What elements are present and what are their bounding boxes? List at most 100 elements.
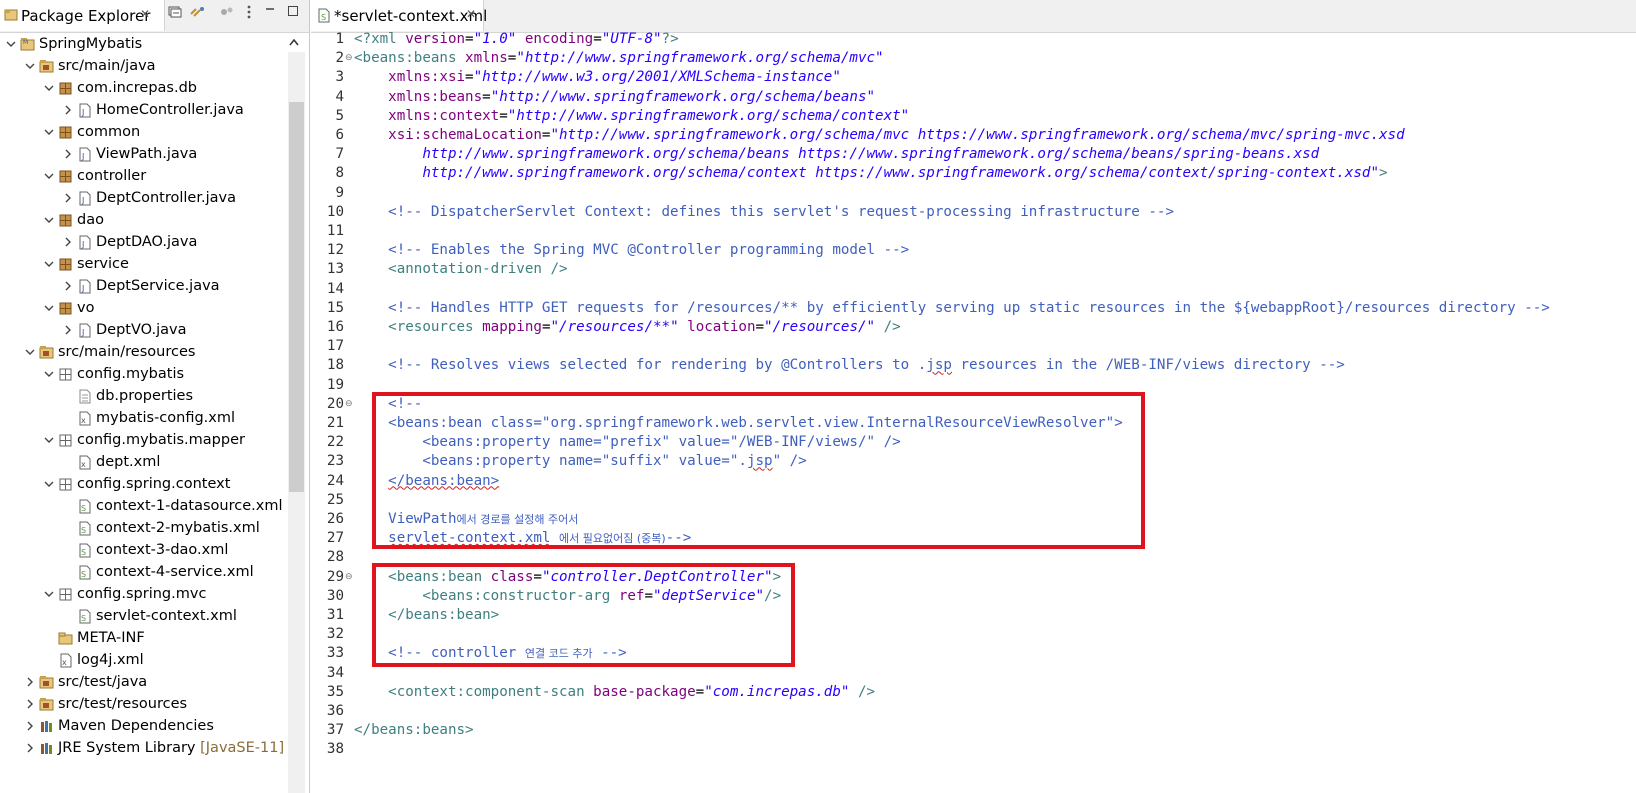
code-line[interactable]: <!-- Enables the Spring MVC @Controller …: [354, 241, 909, 260]
code-token: <beans:beans: [354, 50, 466, 67]
code-token: "http://www.springframework.org/schema/c…: [507, 107, 910, 124]
tree-item-label: context-4-service.xml: [96, 564, 254, 580]
tree-item-label: META-INF: [77, 630, 145, 646]
tree-item-label: DeptDAO.java: [96, 234, 198, 250]
code-token: "http://www.w3.org/2001/XMLSchema-instan…: [473, 69, 841, 86]
tree-item-label: DeptService.java: [96, 278, 220, 294]
editor-tab-bar: S *servlet-context.xml ✕: [311, 0, 1636, 33]
code-line[interactable]: <?xml version="1.0" encoding="UTF-8"?>: [354, 30, 679, 49]
code-token: </beans:beans>: [354, 722, 474, 739]
maximize-icon[interactable]: [284, 5, 302, 23]
code-line[interactable]: </beans:beans>: [354, 721, 474, 740]
code-line[interactable]: xmlns:beans="http://www.springframework.…: [354, 88, 875, 107]
project-tree: M SpringMybatis src/main/java com.increpas.…: [0, 33, 300, 793]
line-number: 30: [326, 587, 344, 604]
line-number: 22: [326, 434, 344, 451]
svg-text:J: J: [81, 240, 84, 249]
chevron-down-icon[interactable]: [4, 33, 18, 62]
collapse-all-icon[interactable]: [166, 5, 184, 23]
package-icon: [58, 213, 73, 228]
line-number: 35: [326, 683, 344, 700]
code-token: jsp: [926, 357, 952, 374]
java-file-icon: J: [77, 147, 92, 162]
chevron-down-icon[interactable]: [42, 253, 56, 282]
code-line[interactable]: xmlns:xsi="http://www.w3.org/2001/XMLSch…: [354, 68, 841, 87]
code-line[interactable]: http://www.springframework.org/schema/co…: [354, 164, 1388, 183]
fold-toggle-icon[interactable]: ⊖: [345, 568, 353, 587]
svg-text:S: S: [81, 504, 86, 513]
code-line[interactable]: <!-- DispatcherServlet Context: defines …: [354, 203, 1174, 222]
line-number: 11: [326, 223, 344, 239]
chevron-down-icon[interactable]: [42, 473, 56, 502]
chevron-right-icon[interactable]: [61, 231, 75, 260]
chevron-down-icon[interactable]: [42, 121, 56, 150]
chevron-up-icon[interactable]: [288, 36, 300, 50]
close-icon[interactable]: ✕: [466, 7, 476, 21]
explorer-scrollbar-thumb[interactable]: [289, 102, 304, 492]
line-number: 24: [326, 472, 344, 489]
chevron-right-icon[interactable]: [23, 737, 37, 766]
line-number: 28: [326, 549, 344, 566]
java-file-icon: J: [77, 279, 92, 294]
xml-file-icon: x: [77, 455, 92, 470]
tree-item-label: context-2-mybatis.xml: [96, 520, 260, 536]
code-token: "com.increpas.db": [704, 683, 850, 700]
minimize-icon[interactable]: [261, 5, 279, 23]
view-menu-icon[interactable]: [240, 5, 258, 23]
chevron-down-icon[interactable]: [23, 55, 37, 84]
line-number: 15: [326, 299, 344, 316]
chevron-right-icon[interactable]: [61, 143, 75, 172]
tree-item-label: SpringMybatis: [39, 36, 143, 52]
code-line[interactable]: <resources mapping = "/resources/**" locat…: [354, 318, 901, 337]
code-line[interactable]: <!-- Handles HTTP GET requests for /reso…: [354, 299, 1550, 318]
close-icon[interactable]: ✕: [140, 7, 150, 21]
code-token: >: [1379, 165, 1388, 182]
chevron-down-icon[interactable]: [42, 209, 56, 238]
code-line[interactable]: http://www.springframework.org/schema/be…: [354, 145, 1319, 164]
code-token: mapping: [482, 319, 542, 335]
svg-text:S: S: [81, 548, 86, 557]
tab-servlet-context-xml[interactable]: S *servlet-context.xml ✕: [311, 0, 487, 31]
code-token: xmlns: [465, 50, 508, 67]
svg-text:S: S: [81, 570, 86, 579]
svg-text:J: J: [81, 196, 84, 205]
code-line[interactable]: <beans:beans xmlns="http://www.springfra…: [354, 49, 884, 68]
chevron-down-icon[interactable]: [42, 297, 56, 326]
chevron-down-icon[interactable]: [42, 77, 56, 106]
tree-item-label: servlet-context.xml: [96, 608, 237, 624]
line-number: 14: [326, 280, 344, 297]
code-line[interactable]: <annotation-driven />: [354, 260, 567, 279]
tree-item-label: config.spring.mvc: [77, 586, 207, 602]
line-number: 12: [326, 242, 344, 259]
code-token: =: [482, 88, 491, 105]
code-line[interactable]: xmlns:context="http://www.springframewor…: [354, 107, 909, 126]
chevron-right-icon[interactable]: [61, 99, 75, 128]
chevron-down-icon[interactable]: [42, 165, 56, 194]
spring-xml-icon: S: [77, 609, 92, 624]
chevron-down-icon[interactable]: [42, 583, 56, 612]
tree-item-label: config.spring.context: [77, 476, 231, 492]
chevron-down-icon[interactable]: [42, 363, 56, 392]
code-line[interactable]: <!-- Resolves views selected for renderi…: [354, 356, 1345, 375]
focus-on-task-icon[interactable]: [218, 5, 236, 23]
link-with-editor-icon[interactable]: [188, 5, 206, 23]
fold-toggle-icon[interactable]: ⊖: [345, 395, 353, 414]
tree-item-label: log4j.xml: [77, 652, 144, 668]
resource-package-icon: [58, 433, 73, 448]
chevron-right-icon[interactable]: [61, 275, 75, 304]
code-token: http://www.springframework.org/schema/be…: [354, 146, 1320, 163]
chevron-down-icon[interactable]: [42, 429, 56, 458]
tab-package-explorer[interactable]: Package Explorer ✕: [0, 0, 165, 31]
resource-package-icon: [58, 477, 73, 492]
code-line[interactable]: <context:component-scan base-package="co…: [354, 683, 875, 702]
fold-toggle-icon[interactable]: ⊖: [345, 49, 353, 68]
code-line[interactable]: xsi:schemaLocation="http://www.springfra…: [354, 126, 1404, 145]
spring-xml-icon: S: [318, 8, 330, 23]
line-number: 9: [335, 184, 344, 201]
chevron-right-icon[interactable]: [61, 187, 75, 216]
code-token: <!-- DispatcherServlet Context: defines …: [388, 203, 1174, 220]
chevron-down-icon[interactable]: [23, 341, 37, 370]
